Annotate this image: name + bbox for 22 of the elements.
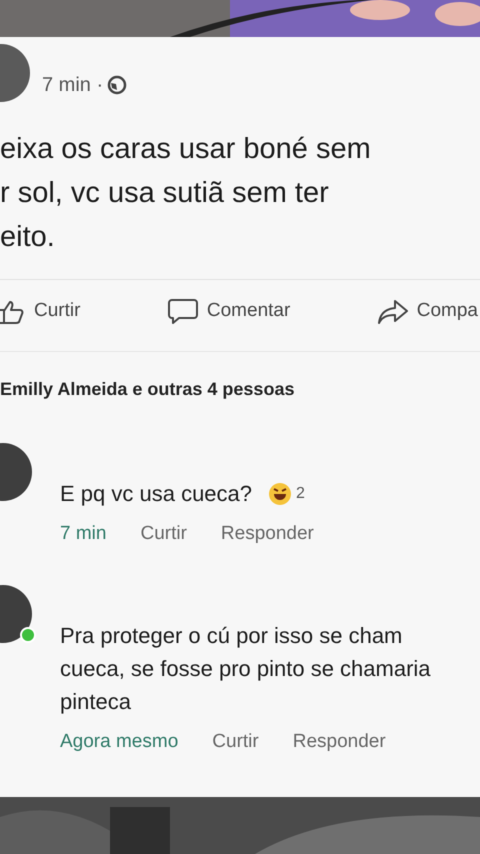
like-link[interactable]: Curtir <box>140 520 187 548</box>
share-button[interactable]: Compa <box>376 297 478 326</box>
reply-link[interactable]: Responder <box>292 728 386 756</box>
like-button[interactable]: Curtir <box>0 297 80 326</box>
reaction-count: 2 <box>296 484 305 504</box>
speech-bubble-icon <box>166 298 199 326</box>
comment-time: 7 min <box>60 522 106 546</box>
comment-time: Agora mesmo <box>60 730 178 754</box>
thumbs-up-icon <box>0 298 26 324</box>
globe-icon <box>107 75 128 95</box>
reply-link[interactable]: Responder <box>220 520 314 548</box>
laughing-emoji-icon <box>268 482 292 506</box>
post-time: 7 min · <box>42 73 104 98</box>
comment-button[interactable]: Comentar <box>166 297 290 326</box>
comment-text: Pra proteger o cú por isso se cham cueca, se fosse pro pinto se chamaria pinteca <box>60 622 432 716</box>
share-arrow-icon <box>376 298 409 324</box>
post-text-line: eixa os caras usar boné sem <box>0 132 372 167</box>
comment-text: E pq vc usa cueca? <box>60 480 252 508</box>
post-text-line: r sol, vc usa sutiã sem ter <box>0 176 330 211</box>
like-link[interactable]: Curtir <box>212 728 259 756</box>
reactions-summary[interactable]: Emilly Almeida e outras 4 pessoas <box>0 379 294 399</box>
post-text-line: eito. <box>0 220 56 255</box>
